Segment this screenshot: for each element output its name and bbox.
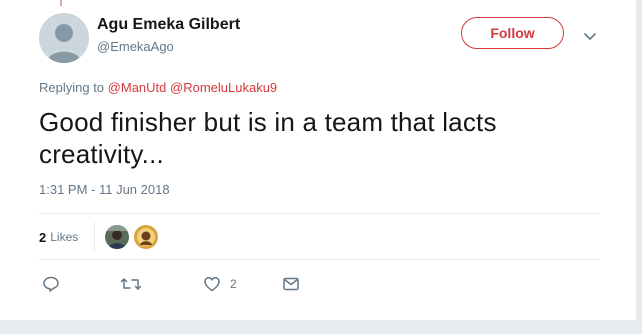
tweet-card: Agu Emeka Gilbert @EmekaAgo Follow Reply… <box>0 0 637 320</box>
default-avatar-icon <box>39 13 89 63</box>
follow-button[interactable]: Follow <box>461 17 564 49</box>
reply-button[interactable] <box>42 274 60 294</box>
avatar[interactable] <box>39 13 89 63</box>
heart-icon <box>204 277 220 292</box>
retweet-icon <box>120 278 142 290</box>
envelope-icon <box>283 277 299 291</box>
mention-link-manutd[interactable]: @ManUtd <box>108 80 167 95</box>
thread-connector <box>60 0 62 6</box>
retweet-button[interactable] <box>120 274 142 294</box>
mention-link-romelulukaku9[interactable]: @RomeluLukaku9 <box>170 80 277 95</box>
divider-bottom <box>39 259 600 260</box>
reply-icon <box>43 276 59 292</box>
liker-photo-icon <box>105 225 129 249</box>
author-display-name[interactable]: Agu Emeka Gilbert <box>97 16 240 34</box>
liker-photo-icon <box>134 225 158 249</box>
liker-avatar[interactable] <box>134 225 158 249</box>
replying-to: Replying to @ManUtd @RomeluLukaku9 <box>39 80 277 95</box>
like-button[interactable]: 2 <box>203 274 237 294</box>
direct-message-button[interactable] <box>282 274 300 294</box>
author-handle[interactable]: @EmekaAgo <box>97 39 174 54</box>
like-count: 2 <box>230 277 237 291</box>
divider-top <box>39 213 600 214</box>
tweet-text: Good finisher but is in a team that lact… <box>39 107 497 169</box>
likes-label: Likes <box>50 230 79 244</box>
replying-to-label: Replying to <box>39 80 105 95</box>
likes-stat[interactable]: 2 Likes <box>39 228 78 246</box>
liker-avatar[interactable] <box>105 225 129 249</box>
likes-count: 2 <box>39 229 47 245</box>
stats-separator <box>94 222 95 252</box>
caret-down-icon[interactable] <box>582 28 598 44</box>
tweet-timestamp[interactable]: 1:31 PM - 11 Jun 2018 <box>39 182 170 197</box>
